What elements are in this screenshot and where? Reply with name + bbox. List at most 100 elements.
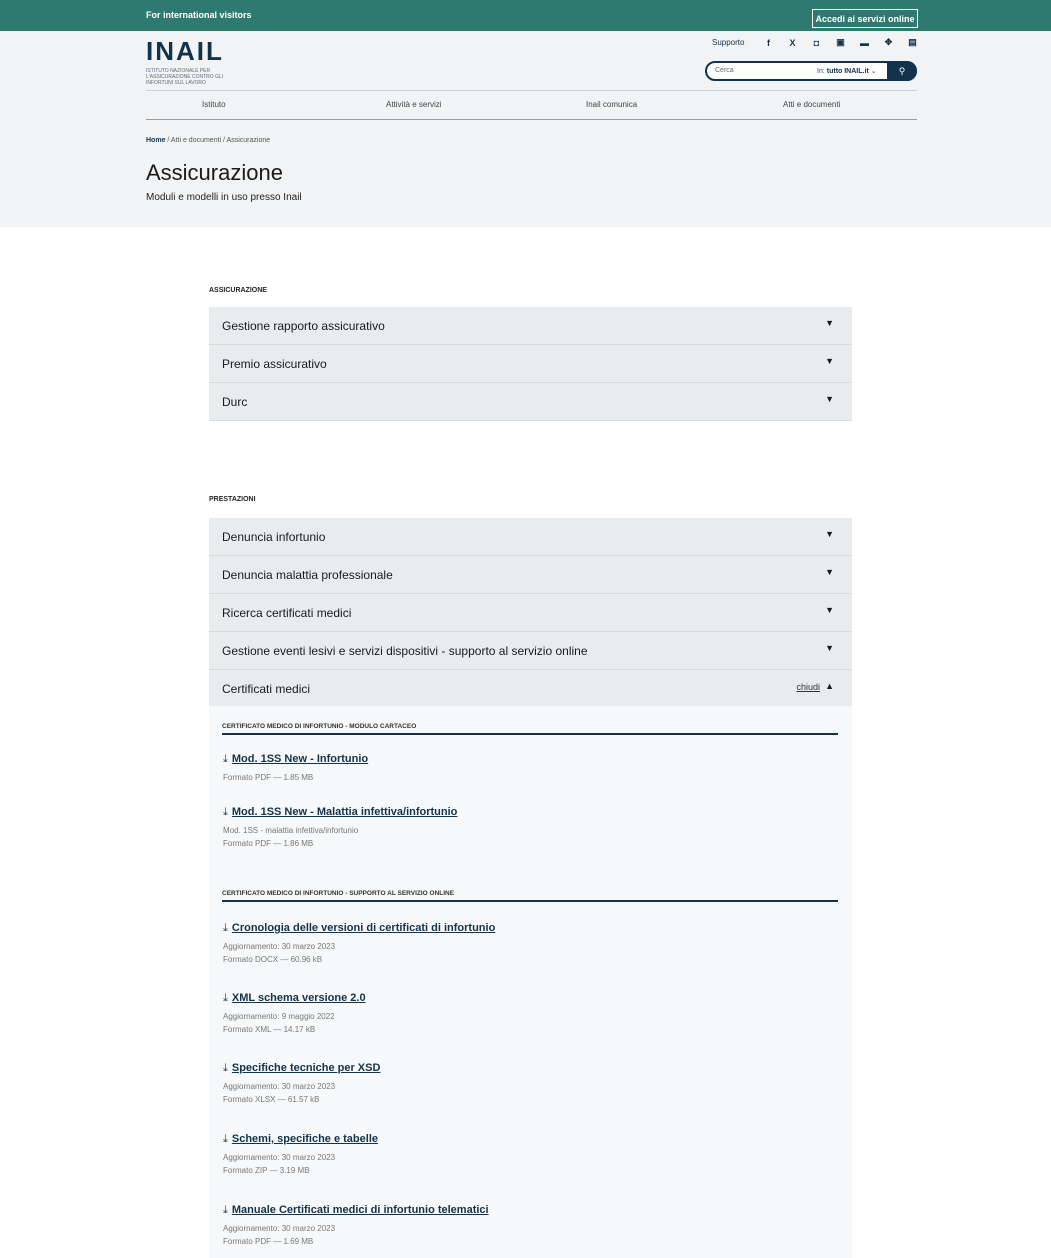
download-icon: ⤓ xyxy=(223,992,228,1004)
file-title: Specifiche tecniche per XSD xyxy=(231,1062,381,1074)
page-subtitle: Moduli e modelli in uso presso Inail xyxy=(146,192,302,203)
chevron-down-icon: ▼ xyxy=(825,605,834,615)
file-title: Manuale Certificati medici di infortunio… xyxy=(231,1204,489,1216)
top-bar: For international visitors Accedi ai ser… xyxy=(0,0,1051,31)
file-meta-line: Formato XML — 14.17 kB xyxy=(223,1025,316,1034)
file-item: ⤓ Specifiche tecniche per XSD Aggiornamen… xyxy=(223,1062,380,1106)
login-button[interactable]: Accedi ai servizi online xyxy=(812,9,918,28)
file-meta: Aggiornamento: 9 maggio 2022 Formato XML… xyxy=(223,1010,366,1036)
search-button[interactable]: ⚲ xyxy=(887,61,917,81)
accordion-item-label: Gestione eventi lesivi e servizi disposi… xyxy=(222,644,588,658)
support-link[interactable]: Supporto xyxy=(712,38,744,47)
file-download-link[interactable]: ⤓ Mod. 1SS New - Malattia infettiva/infor… xyxy=(223,806,457,819)
file-item: ⤓ Mod. 1SS New - Malattia infettiva/infor… xyxy=(223,806,457,850)
file-item: ⤓ Cronologia delle versioni di certificat… xyxy=(223,922,495,966)
page-title: Assicurazione xyxy=(146,160,283,185)
file-meta-line: Aggiornamento: 30 marzo 2023 xyxy=(223,1224,336,1233)
international-link[interactable]: For international visitors xyxy=(146,10,252,20)
chevron-down-icon: ▼ xyxy=(825,356,834,366)
search-scope-select[interactable]: In: tutto INAIL.it ⌄ xyxy=(817,67,877,75)
nav-atti-documenti[interactable]: Atti e documenti xyxy=(783,100,840,109)
breadcrumb: Home / Atti e documenti / Assicurazione xyxy=(146,137,270,144)
file-meta: Aggiornamento: 30 marzo 2023 Formato ZIP… xyxy=(223,1151,378,1177)
file-item: ⤓ Schemi, specifiche e tabelle Aggiorname… xyxy=(223,1133,378,1177)
file-meta-line: Formato DOCX — 60.96 kB xyxy=(223,955,323,964)
breadcrumb-trail: / Atti e documenti / Assicurazione xyxy=(165,137,271,144)
download-icon: ⤓ xyxy=(223,1133,228,1145)
file-download-link[interactable]: ⤓ Mod. 1SS New - Infortunio xyxy=(223,753,368,766)
breadcrumb-home[interactable]: Home xyxy=(146,137,165,144)
file-meta-line: Aggiornamento: 30 marzo 2023 xyxy=(223,942,336,951)
file-meta: Formato PDF — 1.85 MB xyxy=(223,771,368,784)
close-accordion-link[interactable]: chiudi xyxy=(796,682,820,692)
chevron-down-icon: ▼ xyxy=(825,643,834,653)
search-box: Cerca In: tutto INAIL.it ⌄ ⚲ xyxy=(705,61,917,81)
accordion-item-open[interactable]: Certificati medici chiudi ▲ xyxy=(209,670,852,708)
search-input[interactable]: Cerca xyxy=(715,67,734,74)
download-icon: ⤓ xyxy=(223,806,228,818)
file-meta-line: Aggiornamento: 9 maggio 2022 xyxy=(223,1012,335,1021)
facebook-icon[interactable]: f xyxy=(756,38,780,48)
nav-inail-comunica[interactable]: Inail comunica xyxy=(586,100,637,109)
utility-bar: Supporto f X ◘ ▣ ▬ ✥ ▤ xyxy=(712,37,924,48)
file-download-link[interactable]: ⤓ Manuale Certificati medici di infortuni… xyxy=(223,1204,489,1217)
file-download-link[interactable]: ⤓ Schemi, specifiche e tabelle xyxy=(223,1133,378,1146)
accordion-item[interactable]: Gestione eventi lesivi e servizi disposi… xyxy=(209,632,852,670)
section-title-prestazioni: PRESTAZIONI xyxy=(209,496,256,503)
file-meta: Aggiornamento: 30 marzo 2023 Formato DOC… xyxy=(223,940,495,966)
accordion-item[interactable]: Gestione rapporto assicurativo ▼ xyxy=(209,307,852,345)
logo-tagline: ISTITUTO NAZIONALE PER L'ASSICURAZIONE C… xyxy=(146,68,224,86)
linkedin-icon[interactable]: ▣ xyxy=(828,37,852,48)
group-heading: CERTIFICATO MEDICO DI INFORTUNIO - SUPPO… xyxy=(222,890,838,902)
group-heading: CERTIFICATO MEDICO DI INFORTUNIO - MODUL… xyxy=(222,723,838,735)
accordion-item-label: Durc xyxy=(222,395,248,409)
file-meta-line: Mod. 1SS - malattia infettiva/infortunio xyxy=(223,826,359,835)
inail-logo[interactable]: INAIL ISTITUTO NAZIONALE PER L'ASSICURAZ… xyxy=(146,36,234,86)
file-download-link[interactable]: ⤓ Cronologia delle versioni di certificat… xyxy=(223,922,495,935)
chevron-down-icon: ▼ xyxy=(825,318,834,328)
accordion-item[interactable]: Denuncia infortunio ▼ xyxy=(209,518,852,556)
accordion-item[interactable]: Denuncia malattia professionale ▼ xyxy=(209,556,852,594)
file-title: XML schema versione 2.0 xyxy=(231,992,366,1004)
pinterest-icon[interactable]: ✥ xyxy=(876,37,900,48)
flickr-icon[interactable]: ▤ xyxy=(900,37,924,48)
search-scope-prefix: In: xyxy=(817,68,825,75)
file-title: Cronologia delle versioni di certificati… xyxy=(231,922,496,934)
download-icon: ⤓ xyxy=(223,1204,228,1216)
accordion-item-label: Denuncia malattia professionale xyxy=(222,568,393,582)
chevron-down-icon: ⌄ xyxy=(870,68,877,75)
file-item: ⤓ Manuale Certificati medici di infortuni… xyxy=(223,1204,489,1248)
instagram-icon[interactable]: ◘ xyxy=(804,38,828,48)
accordion-item[interactable]: Durc ▼ xyxy=(209,383,852,421)
file-title: Schemi, specifiche e tabelle xyxy=(231,1133,378,1145)
accordion-item-label: Denuncia infortunio xyxy=(222,530,326,544)
chevron-down-icon: ▼ xyxy=(825,529,834,539)
accordion-item-label: Gestione rapporto assicurativo xyxy=(222,319,385,333)
file-meta-line: Formato XLSX — 61.57 kB xyxy=(223,1095,320,1104)
file-meta-line: Formato PDF — 1.85 MB xyxy=(223,773,314,782)
nav-istituto[interactable]: Istituto xyxy=(202,100,226,109)
file-download-link[interactable]: ⤓ XML schema versione 2.0 xyxy=(223,992,366,1005)
nav-attivita-servizi[interactable]: Attività e servizi xyxy=(386,100,442,109)
file-title: Mod. 1SS New - Malattia infettiva/infort… xyxy=(231,806,458,818)
accordion-item-label: Premio assicurativo xyxy=(222,357,327,371)
logo-name: INAIL xyxy=(146,36,224,66)
file-meta-line: Aggiornamento: 30 marzo 2023 xyxy=(223,1153,336,1162)
file-title: Mod. 1SS New - Infortunio xyxy=(231,753,369,765)
chevron-down-icon: ▼ xyxy=(825,394,834,404)
youtube-icon[interactable]: ▬ xyxy=(852,38,876,48)
file-meta-line: Formato ZIP — 3.19 MB xyxy=(223,1166,310,1175)
accordion-item-label: Ricerca certificati medici xyxy=(222,606,352,620)
x-icon[interactable]: X xyxy=(780,38,804,48)
file-download-link[interactable]: ⤓ Specifiche tecniche per XSD xyxy=(223,1062,380,1075)
download-icon: ⤓ xyxy=(223,753,228,765)
file-item: ⤓ Mod. 1SS New - Infortunio Formato PDF —… xyxy=(223,753,368,784)
accordion-item[interactable]: Ricerca certificati medici ▼ xyxy=(209,594,852,632)
download-icon: ⤓ xyxy=(223,1062,228,1074)
file-meta: Mod. 1SS - malattia infettiva/infortunio… xyxy=(223,824,457,850)
accordion-assicurazione: Gestione rapporto assicurativo ▼ Premio … xyxy=(209,307,852,421)
file-meta-line: Aggiornamento: 30 marzo 2023 xyxy=(223,1082,336,1091)
accordion-item[interactable]: Premio assicurativo ▼ xyxy=(209,345,852,383)
file-item: ⤓ XML schema versione 2.0 Aggiornamento: … xyxy=(223,992,366,1036)
file-meta-line: Formato PDF — 1.86 MB xyxy=(223,839,314,848)
